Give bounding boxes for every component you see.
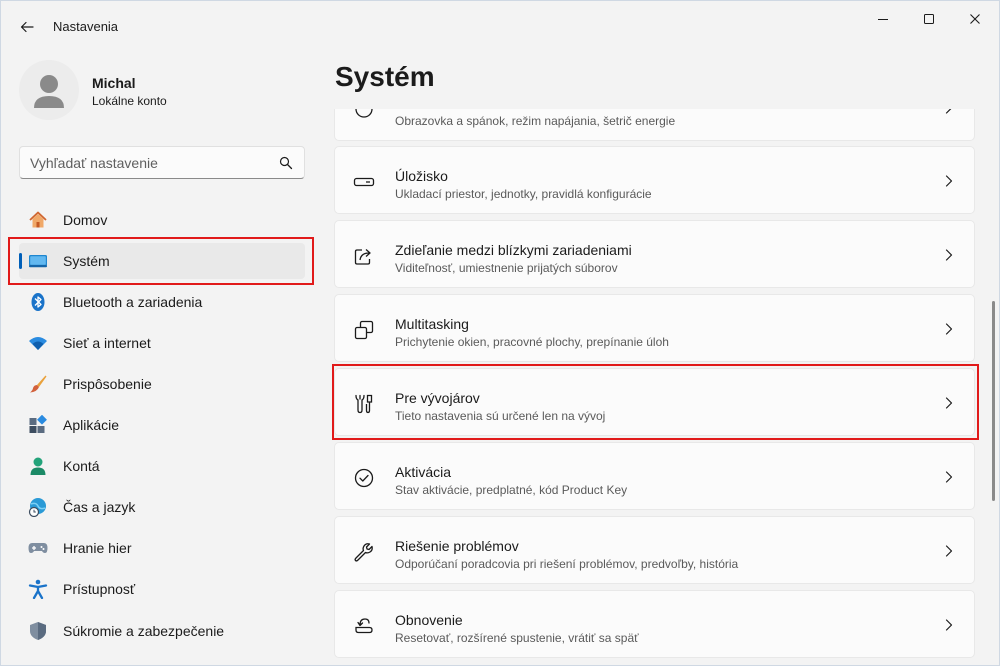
app-title: Nastavenia — [53, 19, 119, 34]
arrow-left-icon — [20, 21, 34, 33]
sidebar-item-apps[interactable]: Aplikácie — [19, 407, 305, 443]
multitasking-icon — [354, 320, 374, 340]
highlight-frame-developers — [332, 364, 979, 440]
wrench-icon — [354, 543, 373, 562]
settings-card-recovery[interactable]: Obnovenie Resetovať, rozšírené spustenie… — [334, 590, 975, 658]
sidebar-item-gaming[interactable]: Hranie hier — [19, 530, 305, 566]
sidebar-item-label: Hranie hier — [63, 540, 132, 556]
bluetooth-icon — [31, 293, 45, 311]
sidebar-item-personalization[interactable]: Prispôsobenie — [19, 366, 305, 402]
close-icon — [970, 14, 980, 24]
title-bar: Nastavenia — [1, 1, 999, 51]
card-subtitle: Stav aktivácie, predplatné, kód Product … — [395, 483, 628, 497]
settings-card-multitasking[interactable]: Multitasking Prichytenie okien, pracovné… — [334, 294, 975, 362]
share-icon — [354, 249, 371, 265]
back-button[interactable] — [13, 13, 41, 41]
sidebar-item-bluetooth[interactable]: Bluetooth a zariadenia — [19, 284, 305, 320]
card-title: Multitasking — [395, 316, 469, 332]
card-title: Riešenie problémov — [395, 538, 519, 554]
sidebar-item-home[interactable]: Domov — [19, 202, 305, 238]
card-subtitle: Odporúčaní poradcovia pri riešení problé… — [395, 557, 739, 571]
sidebar-item-label: Domov — [63, 212, 108, 228]
power-icon — [355, 109, 373, 118]
accessibility-icon — [28, 579, 48, 599]
close-button[interactable] — [952, 5, 998, 33]
minimize-button[interactable] — [860, 5, 906, 33]
chevron-right-icon — [945, 471, 953, 483]
storage-icon — [353, 177, 375, 187]
sidebar-item-label: Prispôsobenie — [63, 376, 152, 392]
sidebar-item-label: Čas a jazyk — [63, 499, 136, 515]
minimize-icon — [878, 19, 888, 20]
chevron-right-icon — [945, 109, 952, 114]
sidebar-item-label: Sieť a internet — [63, 335, 151, 351]
card-subtitle: Prichytenie okien, pracovné plochy, prep… — [395, 335, 669, 349]
card-title: Aktivácia — [395, 464, 452, 480]
sidebar-item-accounts[interactable]: Kontá — [19, 448, 305, 484]
sidebar-item-label: Aplikácie — [63, 417, 120, 433]
globe-clock-icon — [28, 498, 46, 517]
gamepad-icon — [28, 543, 48, 553]
card-subtitle: Ukladací priestor, jednotky, pravidlá ko… — [395, 187, 652, 201]
card-subtitle: Resetovať, rozšírené spustenie, vrátiť s… — [395, 631, 639, 645]
sidebar-item-label: Prístupnosť — [63, 581, 136, 597]
settings-card-storage[interactable]: Úložisko Ukladací priestor, jednotky, pr… — [334, 146, 975, 214]
settings-card-troubleshoot[interactable]: Riešenie problémov Odporúčaní poradcovia… — [334, 516, 975, 584]
chevron-right-icon — [945, 175, 953, 187]
recovery-icon — [355, 618, 373, 634]
sidebar-item-network[interactable]: Sieť a internet — [19, 325, 305, 361]
chevron-right-icon — [945, 619, 953, 631]
avatar[interactable] — [19, 60, 79, 120]
settings-card-activation[interactable]: Aktivácia Stav aktivácie, predplatné, kó… — [334, 442, 975, 510]
card-subtitle: Obrazovka a spánok, režim napájania, šet… — [395, 114, 676, 128]
card-title: Obnovenie — [395, 612, 463, 628]
settings-card-power[interactable]: Obrazovka a spánok, režim napájania, šet… — [334, 109, 975, 141]
apps-icon — [29, 415, 47, 433]
chevron-right-icon — [945, 323, 953, 335]
sidebar-item-accessibility[interactable]: Prístupnosť — [19, 571, 305, 607]
scrollbar-thumb[interactable] — [992, 301, 995, 501]
shield-icon — [30, 622, 46, 640]
highlight-frame-system — [8, 237, 314, 285]
search-box — [19, 146, 305, 179]
user-icon — [34, 75, 64, 108]
profile-account-type: Lokálne konto — [92, 94, 167, 108]
maximize-button[interactable] — [906, 5, 952, 33]
search-input[interactable] — [30, 147, 270, 178]
card-subtitle: Viditeľnosť, umiestnenie prijatých súbor… — [395, 261, 618, 275]
sidebar-item-label: Bluetooth a zariadenia — [63, 294, 203, 310]
card-title: Úložisko — [395, 168, 448, 184]
profile-name: Michal — [92, 75, 136, 91]
sidebar-item-label: Súkromie a zabezpečenie — [63, 623, 225, 639]
chevron-right-icon — [945, 545, 953, 557]
card-title: Zdieľanie medzi blízkymi zariadeniami — [395, 242, 632, 258]
chevron-right-icon — [945, 249, 953, 261]
home-icon — [29, 211, 47, 228]
activation-check-icon — [354, 468, 374, 488]
brush-icon — [30, 375, 47, 393]
sidebar-item-privacy-security[interactable]: Súkromie a zabezpečenie — [19, 613, 305, 649]
sidebar-item-label: Kontá — [63, 458, 100, 474]
page-title: Systém — [335, 61, 435, 92]
account-icon — [30, 457, 46, 475]
settings-window: Nastavenia Michal Lokálne konto Vyhľadať… — [0, 0, 1000, 666]
wifi-icon — [29, 337, 47, 350]
settings-card-nearby-sharing[interactable]: Zdieľanie medzi blízkymi zariadeniami Vi… — [334, 220, 975, 288]
search-icon[interactable] — [278, 155, 294, 171]
sidebar-item-time-language[interactable]: Čas a jazyk — [19, 489, 305, 525]
maximize-icon — [924, 14, 934, 24]
